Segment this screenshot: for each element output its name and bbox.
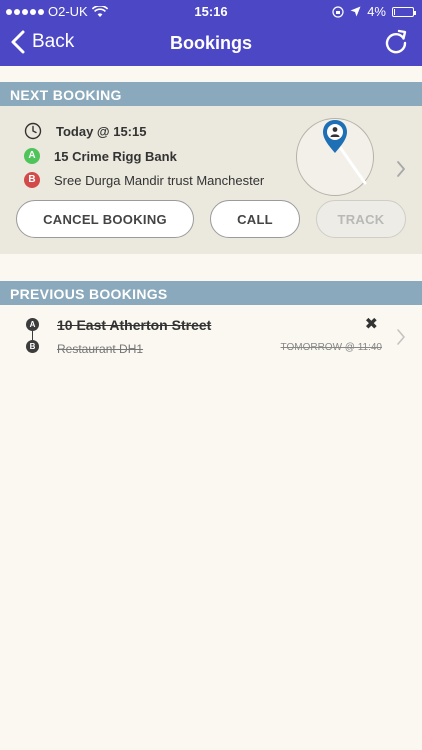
status-right: 4%: [332, 4, 416, 19]
dropoff-address: Sree Durga Mandir trust Manchester: [54, 172, 265, 188]
location-arrow-icon: [350, 6, 361, 17]
booking-time: Today @ 15:15: [56, 123, 147, 139]
dropoff-marker-icon: B: [26, 340, 39, 353]
pickup-marker-icon: A: [24, 148, 40, 164]
call-button[interactable]: CALL: [210, 200, 300, 238]
previous-dropoff-address: Restaurant DH1: [57, 342, 144, 356]
battery-percent: 4%: [367, 4, 386, 19]
clock-icon: [24, 122, 42, 140]
nav-bar: Back Bookings: [0, 22, 422, 66]
battery-icon: [392, 6, 416, 17]
close-icon[interactable]: ✖: [365, 314, 378, 334]
mini-map: [296, 118, 374, 196]
top-bar: O2-UK 15:16 4% Back Bookings: [0, 0, 422, 66]
route-timeline-icon: A B: [26, 318, 39, 353]
next-booking-card[interactable]: Today @ 15:15 A 15 Crime Rigg Bank B Sre…: [0, 106, 422, 254]
booking-time-row: Today @ 15:15: [24, 122, 146, 140]
rotation-lock-icon: [332, 5, 344, 18]
dropoff-row: B Sree Durga Mandir trust Manchester: [24, 172, 264, 188]
route-map-icon: [323, 120, 367, 185]
chevron-right-icon[interactable]: [394, 328, 408, 346]
previous-booking-time: TOMORROW @ 11:40: [280, 342, 382, 353]
chevron-right-icon[interactable]: [394, 160, 408, 178]
list-item[interactable]: A B 10 East Atherton Street Restaurant D…: [0, 306, 422, 366]
status-bar: O2-UK 15:16 4%: [0, 0, 422, 22]
refresh-icon[interactable]: [382, 29, 410, 57]
next-booking-header: NEXT BOOKING: [0, 82, 422, 106]
track-button[interactable]: TRACK: [316, 200, 406, 238]
previous-pickup-address: 10 East Atherton Street: [57, 317, 212, 333]
previous-bookings-header: PREVIOUS BOOKINGS: [0, 281, 422, 305]
dropoff-marker-icon: B: [24, 172, 40, 188]
page-title: Bookings: [169, 33, 252, 53]
pickup-row: A 15 Crime Rigg Bank: [24, 148, 177, 164]
pickup-address: 15 Crime Rigg Bank: [54, 148, 177, 164]
cancel-booking-button[interactable]: CANCEL BOOKING: [16, 200, 194, 238]
